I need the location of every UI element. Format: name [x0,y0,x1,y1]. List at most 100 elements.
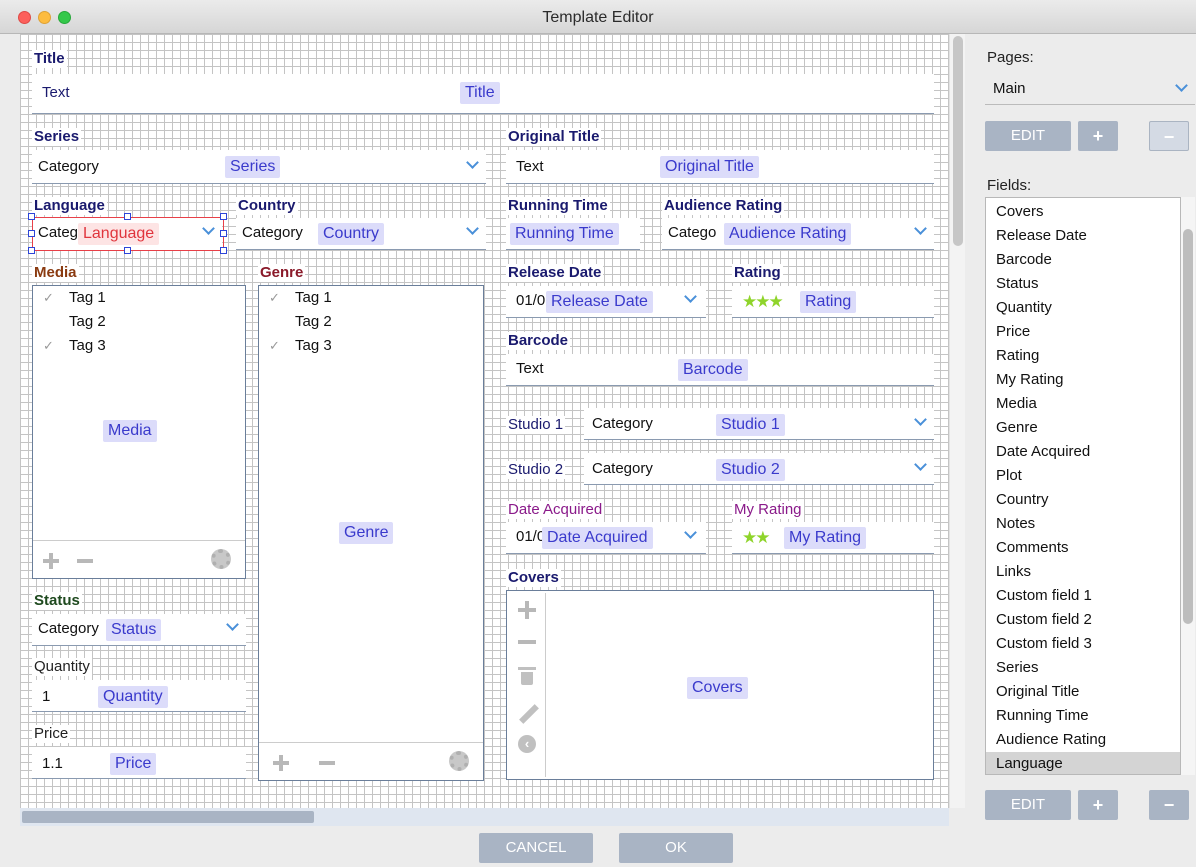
add-icon[interactable] [273,755,289,771]
series-field[interactable]: Category Series [32,150,486,184]
quantity-label[interactable]: Quantity [32,658,92,676]
media-list[interactable]: ✓ Tag 1 Tag 2 ✓ Tag 3 Media [32,285,246,579]
price-field[interactable]: 1.1 Price [32,747,246,779]
date-acquired-field[interactable]: 01/0 Date Acquired [506,522,706,554]
release-date-label[interactable]: Release Date [506,264,604,282]
fields-list-scrollbar[interactable] [1181,197,1195,775]
status-label[interactable]: Status [32,592,82,610]
pages-edit-button[interactable]: EDIT [985,121,1071,151]
scroll-thumb[interactable] [1183,229,1193,624]
resize-handle-nw[interactable] [28,213,35,220]
pencil-icon[interactable] [519,704,539,724]
resize-handle-sw[interactable] [28,247,35,254]
rating-label[interactable]: Rating [732,264,783,282]
remove-icon[interactable] [319,761,335,765]
media-tag-2[interactable]: Tag 2 [69,312,106,332]
media-tag-1[interactable]: Tag 1 [69,288,106,308]
ok-button[interactable]: OK [619,833,733,863]
field-list-item[interactable]: Original Title [986,680,1180,704]
price-label[interactable]: Price [32,725,71,743]
field-list-item[interactable]: Comments [986,536,1180,560]
my-rating-field[interactable]: ★★ My Rating [732,522,934,554]
quantity-field[interactable]: 1 Quantity [32,680,246,712]
gear-icon[interactable] [449,751,469,771]
studio1-label[interactable]: Studio 1 [506,416,566,434]
pages-remove-button[interactable]: − [1149,121,1189,151]
add-icon[interactable] [43,553,59,569]
resize-handle-n[interactable] [124,213,131,220]
resize-handle-e[interactable] [220,230,227,237]
genre-list[interactable]: ✓ Tag 1 Tag 2 ✓ Tag 3 Genre [258,285,484,781]
field-list-item[interactable]: Audience Rating [986,728,1180,752]
field-list-item[interactable]: Release Date [986,224,1180,248]
title-label[interactable]: Title [32,50,67,68]
horizontal-scrollbar[interactable] [20,808,949,826]
genre-tag-2[interactable]: Tag 2 [295,312,332,332]
release-date-field[interactable]: 01/0 Release Date [506,286,706,318]
covers-label[interactable]: Covers [506,569,561,587]
studio2-label[interactable]: Studio 2 [506,461,566,479]
original-title-label[interactable]: Original Title [506,128,602,146]
my-rating-label[interactable]: My Rating [732,501,804,519]
field-list-item[interactable]: Country [986,488,1180,512]
genre-tag-1[interactable]: Tag 1 [295,288,332,308]
vertical-scrollbar[interactable] [949,34,965,808]
field-list-item[interactable]: Series [986,656,1180,680]
resize-handle-w[interactable] [28,230,35,237]
field-list-item[interactable]: Date Acquired [986,440,1180,464]
field-list-item[interactable]: Custom field 1 [986,584,1180,608]
fields-list[interactable]: Covers Release Date Barcode Status Quantity P… [985,197,1181,775]
scroll-thumb[interactable] [953,36,963,246]
scroll-thumb[interactable] [22,811,314,823]
resize-handle-s[interactable] [124,247,131,254]
field-list-item[interactable]: Status [986,272,1180,296]
audience-rating-label[interactable]: Audience Rating [662,197,785,215]
studio2-field[interactable]: Category Studio 2 [584,453,934,485]
field-list-item[interactable]: Covers [986,200,1180,224]
field-list-item[interactable]: Custom field 2 [986,608,1180,632]
running-time-field[interactable]: Running Time [506,218,640,250]
pages-add-button[interactable]: + [1078,121,1118,151]
media-label[interactable]: Media [32,264,79,282]
barcode-label[interactable]: Barcode [506,332,571,350]
rating-field[interactable]: ★★★ Rating [732,286,934,318]
resize-handle-se[interactable] [220,247,227,254]
country-field[interactable]: Category Country [236,218,486,250]
fields-remove-button[interactable]: − [1149,790,1189,820]
language-label[interactable]: Language [32,197,107,215]
running-time-label[interactable]: Running Time [506,197,610,215]
field-list-item[interactable]: My Rating [986,368,1180,392]
barcode-field[interactable]: Text Barcode [506,354,934,386]
field-list-item[interactable]: Custom field 3 [986,632,1180,656]
audience-rating-field[interactable]: Catego Audience Rating [662,218,934,250]
resize-handle-ne[interactable] [220,213,227,220]
pages-select[interactable]: Main [985,75,1195,105]
field-list-item[interactable]: Plot [986,464,1180,488]
fields-edit-button[interactable]: EDIT [985,790,1071,820]
cancel-button[interactable]: CANCEL [479,833,593,863]
title-field[interactable]: Text Title [32,74,934,114]
media-tag-3[interactable]: Tag 3 [69,336,106,356]
layout-canvas[interactable]: Title Text Title Series Category Series … [20,34,949,808]
gear-icon[interactable] [211,549,231,569]
trash-icon[interactable] [518,667,536,685]
covers-panel[interactable]: Covers [506,590,934,780]
field-list-item[interactable]: Notes [986,512,1180,536]
field-list-item[interactable]: Genre [986,416,1180,440]
genre-tag-3[interactable]: Tag 3 [295,336,332,356]
field-list-item[interactable]: Media [986,392,1180,416]
field-list-item[interactable]: Language [986,752,1180,774]
genre-label[interactable]: Genre [258,264,306,282]
field-list-item[interactable]: Links [986,560,1180,584]
studio1-field[interactable]: Category Studio 1 [584,408,934,440]
field-list-item[interactable]: Rating [986,344,1180,368]
series-label[interactable]: Series [32,128,82,146]
date-acquired-label[interactable]: Date Acquired [506,501,605,519]
field-list-item[interactable]: Price [986,320,1180,344]
back-arrow-icon[interactable]: ‹ [518,735,536,753]
remove-icon[interactable] [77,559,93,563]
fields-add-button[interactable]: + [1078,790,1118,820]
remove-icon[interactable] [518,640,536,644]
country-label[interactable]: Country [236,197,298,215]
original-title-field[interactable]: Text Original Title [506,150,934,184]
